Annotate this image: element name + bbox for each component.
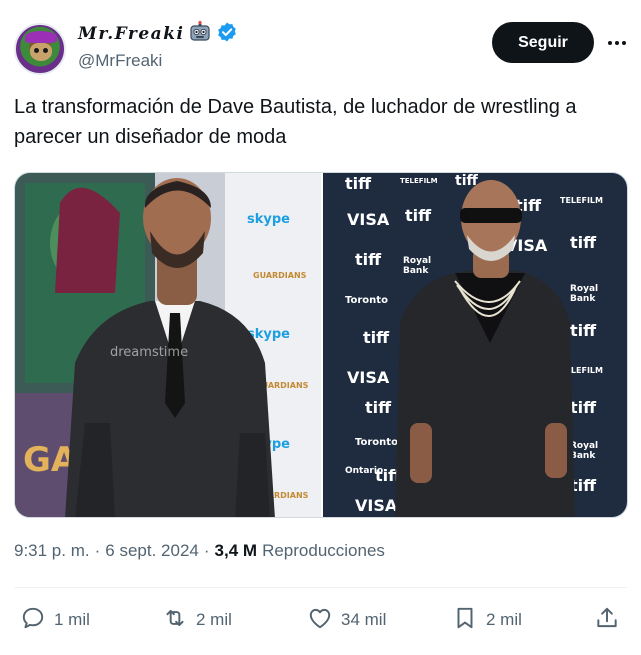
bookmark-icon	[452, 605, 478, 636]
sponsor-logo: skype	[247, 212, 290, 227]
svg-text:VISA: VISA	[347, 368, 390, 387]
tweet-text: La transformación de Dave Bautista, de l…	[14, 96, 577, 148]
robot-icon	[188, 20, 212, 49]
author-display-name[interactable]: Mr.Freaki	[78, 24, 184, 44]
svg-text:tiff: tiff	[405, 206, 432, 225]
svg-text:Royal: Royal	[570, 441, 598, 451]
repost-icon	[162, 605, 188, 636]
svg-text:VISA: VISA	[347, 210, 390, 229]
reply-count: 1 mil	[54, 610, 90, 629]
repost-count: 2 mil	[196, 610, 232, 629]
repost-button[interactable]: 2 mil	[162, 603, 232, 637]
bookmark-count: 2 mil	[486, 610, 522, 629]
photo-left[interactable]: GALAXY skype skype skype GUARDIANS GUARD…	[15, 173, 321, 518]
svg-text:tiff: tiff	[570, 398, 597, 417]
share-button[interactable]	[594, 603, 620, 637]
svg-text:tiff: tiff	[570, 233, 597, 252]
verified-badge-icon[interactable]	[216, 21, 238, 48]
reply-button[interactable]: 1 mil	[20, 603, 90, 637]
svg-text:tiff: tiff	[345, 174, 372, 193]
watermark: dreamstime	[110, 345, 188, 360]
svg-text:Bank: Bank	[403, 266, 429, 276]
tweet-header: Mr.Freaki @MrFreaki Seguir	[14, 20, 627, 76]
follow-button[interactable]: Seguir	[492, 22, 594, 63]
tweet-date[interactable]: 6 sept. 2024	[105, 541, 199, 561]
svg-text:Bank: Bank	[570, 294, 596, 304]
svg-text:TELEFILM: TELEFILM	[560, 196, 603, 205]
svg-text:Toronto: Toronto	[345, 295, 388, 306]
tweet-actions: 1 mil 2 mil 34 mil 2 mil	[14, 603, 627, 637]
tweet-meta: 9:31 p. m. · 6 sept. 2024 · 3,4 M Reprod…	[14, 541, 385, 561]
more-icon[interactable]	[604, 30, 630, 56]
like-count: 34 mil	[341, 610, 387, 629]
svg-text:Toronto: Toronto	[355, 437, 398, 448]
views-label: Reproducciones	[262, 541, 385, 560]
meta-separator: ·	[203, 541, 210, 560]
svg-text:tiff: tiff	[365, 398, 392, 417]
heart-icon	[307, 605, 333, 636]
divider	[14, 587, 627, 588]
author-handle[interactable]: @MrFreaki	[78, 51, 162, 71]
meta-separator: ·	[94, 541, 101, 560]
svg-text:TELEFILM: TELEFILM	[400, 177, 438, 185]
bookmark-button[interactable]: 2 mil	[452, 603, 522, 637]
svg-text:tiff: tiff	[570, 321, 597, 340]
svg-text:GUARDIANS: GUARDIANS	[253, 271, 307, 280]
svg-text:Bank: Bank	[570, 451, 596, 461]
photo-right[interactable]: tiff TELEFILM tiff VISA tiff tiff TELEFI…	[323, 173, 628, 518]
tweet-time[interactable]: 9:31 p. m.	[14, 541, 90, 561]
tweet-media[interactable]: GALAXY skype skype skype GUARDIANS GUARD…	[14, 172, 628, 518]
like-button[interactable]: 34 mil	[307, 603, 386, 637]
svg-text:Royal: Royal	[570, 284, 598, 294]
views-count: 3,4 M	[214, 541, 258, 560]
svg-text:tiff: tiff	[355, 250, 382, 269]
svg-text:VISA: VISA	[355, 496, 398, 515]
svg-text:tiff: tiff	[363, 328, 390, 347]
author-name-line[interactable]: Mr.Freaki	[78, 20, 238, 49]
reply-icon	[20, 605, 46, 636]
share-icon	[594, 605, 620, 636]
author-avatar[interactable]	[14, 23, 66, 75]
svg-text:Royal: Royal	[403, 256, 431, 266]
